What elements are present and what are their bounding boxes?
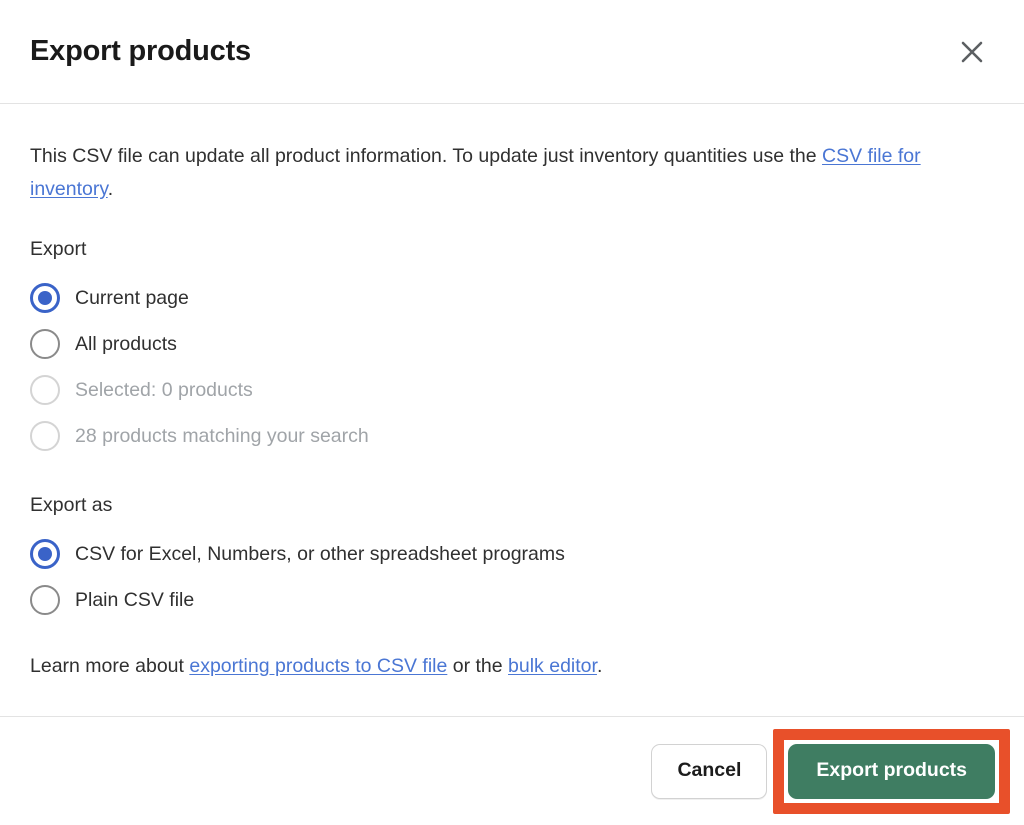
intro-text: This CSV file can update all product inf… <box>30 140 978 206</box>
radio-indicator <box>30 585 60 615</box>
page-title: Export products <box>30 35 251 67</box>
cancel-button[interactable]: Cancel <box>651 743 768 799</box>
export-format-label: Export as <box>30 494 113 516</box>
radio-indicator <box>30 329 60 359</box>
radio-label: All products <box>75 333 177 355</box>
radio-option-selected-products: Selected: 0 products <box>30 367 994 413</box>
export-scope-label: Export <box>30 238 87 260</box>
intro-text-after: . <box>107 178 114 200</box>
radio-label: Current page <box>75 287 189 309</box>
radio-option-current-page[interactable]: Current page <box>30 275 994 321</box>
learn-more-text: Learn more about exporting products to C… <box>30 651 994 681</box>
close-icon <box>957 37 987 67</box>
learn-more-middle: or the <box>447 655 509 677</box>
close-button[interactable] <box>950 30 994 74</box>
radio-indicator <box>30 421 60 451</box>
export-scope-group: Export Current page All products Selecte… <box>30 235 994 459</box>
export-products-button[interactable]: Export products <box>788 743 995 799</box>
radio-indicator <box>30 375 60 405</box>
bulk-editor-link[interactable]: bulk editor <box>508 655 597 677</box>
radio-indicator <box>30 283 60 313</box>
highlight-annotation: Export products <box>773 728 1010 814</box>
radio-label: 28 products matching your search <box>75 425 369 447</box>
radio-option-matching-search: 28 products matching your search <box>30 413 994 459</box>
dialog-footer: Cancel Export products <box>0 716 1024 825</box>
radio-indicator <box>30 539 60 569</box>
radio-option-all-products[interactable]: All products <box>30 321 994 367</box>
exporting-products-to-csv-link[interactable]: exporting products to CSV file <box>189 655 447 677</box>
radio-label: CSV for Excel, Numbers, or other spreads… <box>75 543 565 565</box>
radio-label: Plain CSV file <box>75 589 195 611</box>
learn-more-suffix: . <box>596 655 603 677</box>
export-format-group: Export as CSV for Excel, Numbers, or oth… <box>30 491 994 623</box>
radio-option-csv-for-excel[interactable]: CSV for Excel, Numbers, or other spreads… <box>30 531 994 577</box>
dialog-body: This CSV file can update all product inf… <box>0 104 1024 716</box>
intro-text-before: This CSV file can update all product inf… <box>30 145 823 167</box>
dialog-header: Export products <box>0 0 1024 104</box>
radio-label: Selected: 0 products <box>75 379 253 401</box>
learn-more-prefix: Learn more about <box>30 655 190 677</box>
export-products-dialog: Export products This CSV file can update… <box>0 0 1024 825</box>
radio-option-plain-csv[interactable]: Plain CSV file <box>30 577 994 623</box>
